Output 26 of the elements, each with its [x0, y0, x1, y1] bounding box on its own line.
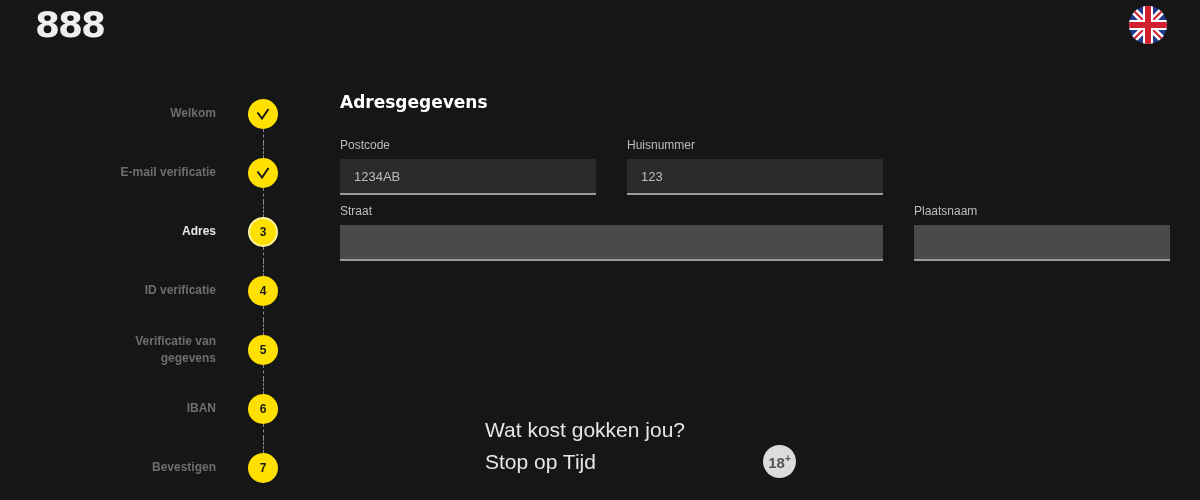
field-label: Huisnummer [627, 138, 696, 152]
step-circle: 4 [248, 275, 278, 306]
step-label: Welkom [169, 105, 216, 122]
check-icon [256, 166, 270, 179]
field-label: Straat [340, 204, 373, 218]
step-label: Bevestigen [150, 459, 216, 476]
step-circle: 5 [248, 334, 278, 365]
field-label: Postcode [340, 138, 392, 152]
step-circle: 6 [248, 393, 278, 424]
warning-text: Wat kost gokken jou? [485, 417, 685, 443]
input-field[interactable]: 1234AB [340, 159, 596, 195]
logo[interactable]: 888 [35, 7, 105, 43]
input-field[interactable]: 123 [627, 159, 883, 195]
flag-icon[interactable] [1129, 6, 1167, 44]
step-label: ID verificatie [143, 282, 216, 299]
step-circle: 3 [248, 216, 278, 247]
step-label: Adres [181, 223, 216, 240]
step-label: E-mail verificatie [119, 164, 216, 181]
step-label: Verificatie van gegevens [134, 332, 216, 367]
warning-text: Stop op Tijd [485, 448, 597, 475]
step-label: IBAN [185, 400, 216, 417]
step-circle: 7 [248, 452, 278, 483]
section-title: Adresgegevens [340, 92, 489, 112]
field-label: Plaatsnaam [914, 204, 979, 218]
check-icon [256, 107, 270, 120]
age-badge: 18$^{+}$ [763, 445, 796, 478]
